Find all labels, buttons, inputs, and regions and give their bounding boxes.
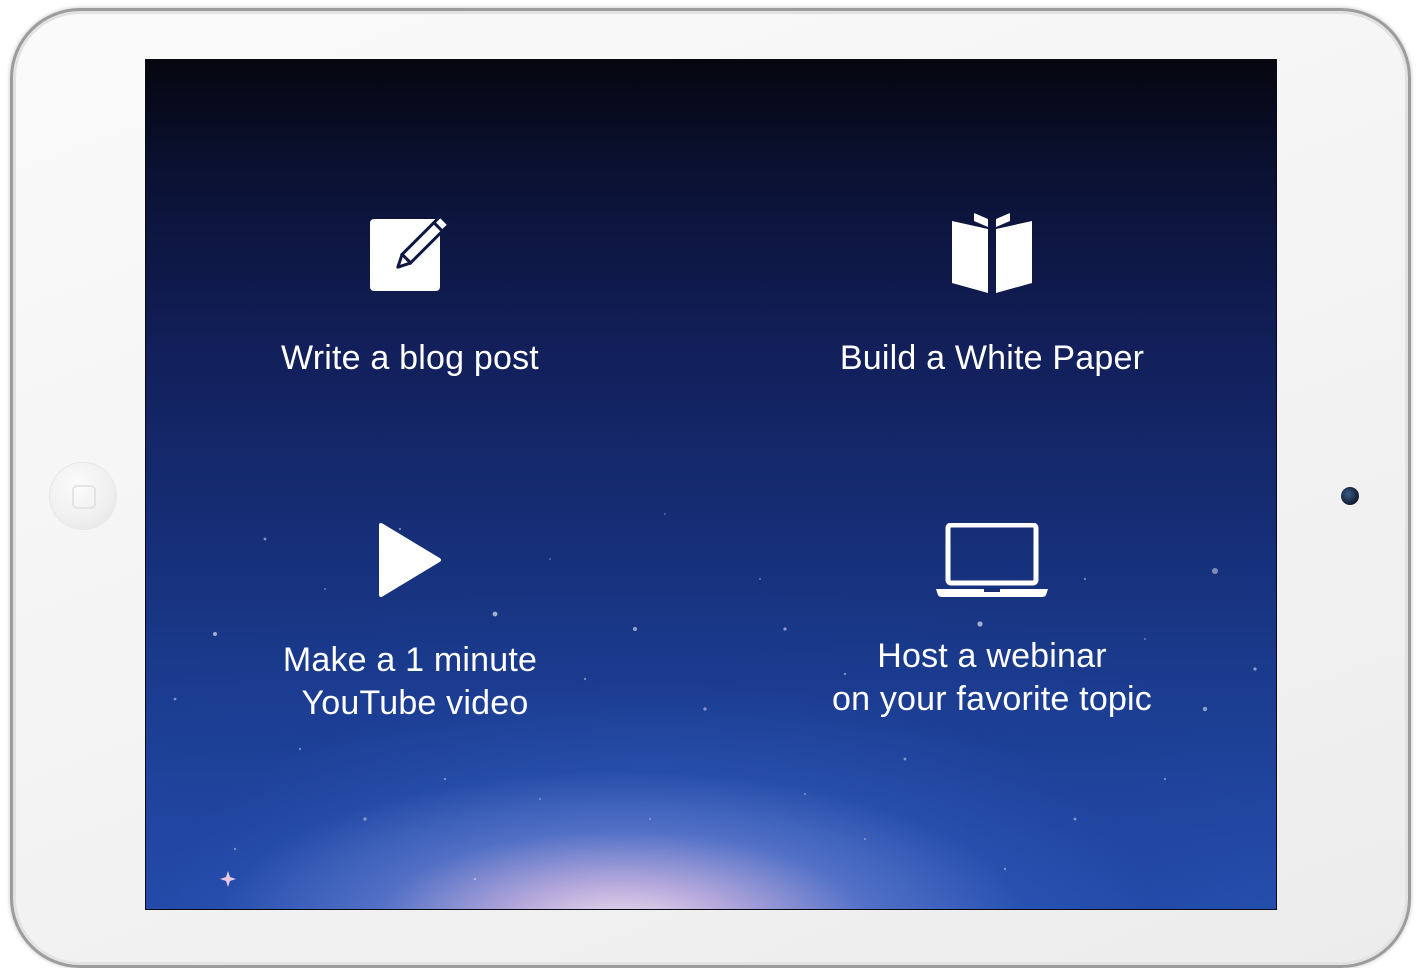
tile-build-white-paper[interactable]: Build a White Paper [782, 209, 1202, 380]
tile-label-line-2: on your favorite topic [831, 680, 1152, 718]
tile-label-line-1: Host a webinar [877, 637, 1107, 675]
open-book-icon [952, 213, 1032, 293]
starfield-background [173, 513, 1257, 887]
tile-label: Build a White Paper [839, 339, 1145, 377]
tile-label: Write a blog post [281, 339, 539, 377]
tablet-screen: Write a blog post Build a White Paper Ma… [145, 59, 1277, 910]
tile-make-youtube-video[interactable]: Make a 1 minute YouTube video [200, 523, 620, 725]
camera-icon [1341, 487, 1359, 505]
pencil-square-icon [370, 214, 451, 291]
tile-host-webinar[interactable]: Host a webinar on your favorite topic [782, 523, 1202, 721]
laptop-icon [936, 523, 1048, 597]
tile-label-line-2: YouTube video [301, 684, 529, 722]
home-button-square-icon [72, 485, 96, 509]
tile-label-line-1: Make a 1 minute [282, 641, 538, 679]
tile-write-blog-post[interactable]: Write a blog post [200, 209, 620, 380]
home-button[interactable] [50, 463, 116, 529]
play-icon [379, 523, 441, 597]
